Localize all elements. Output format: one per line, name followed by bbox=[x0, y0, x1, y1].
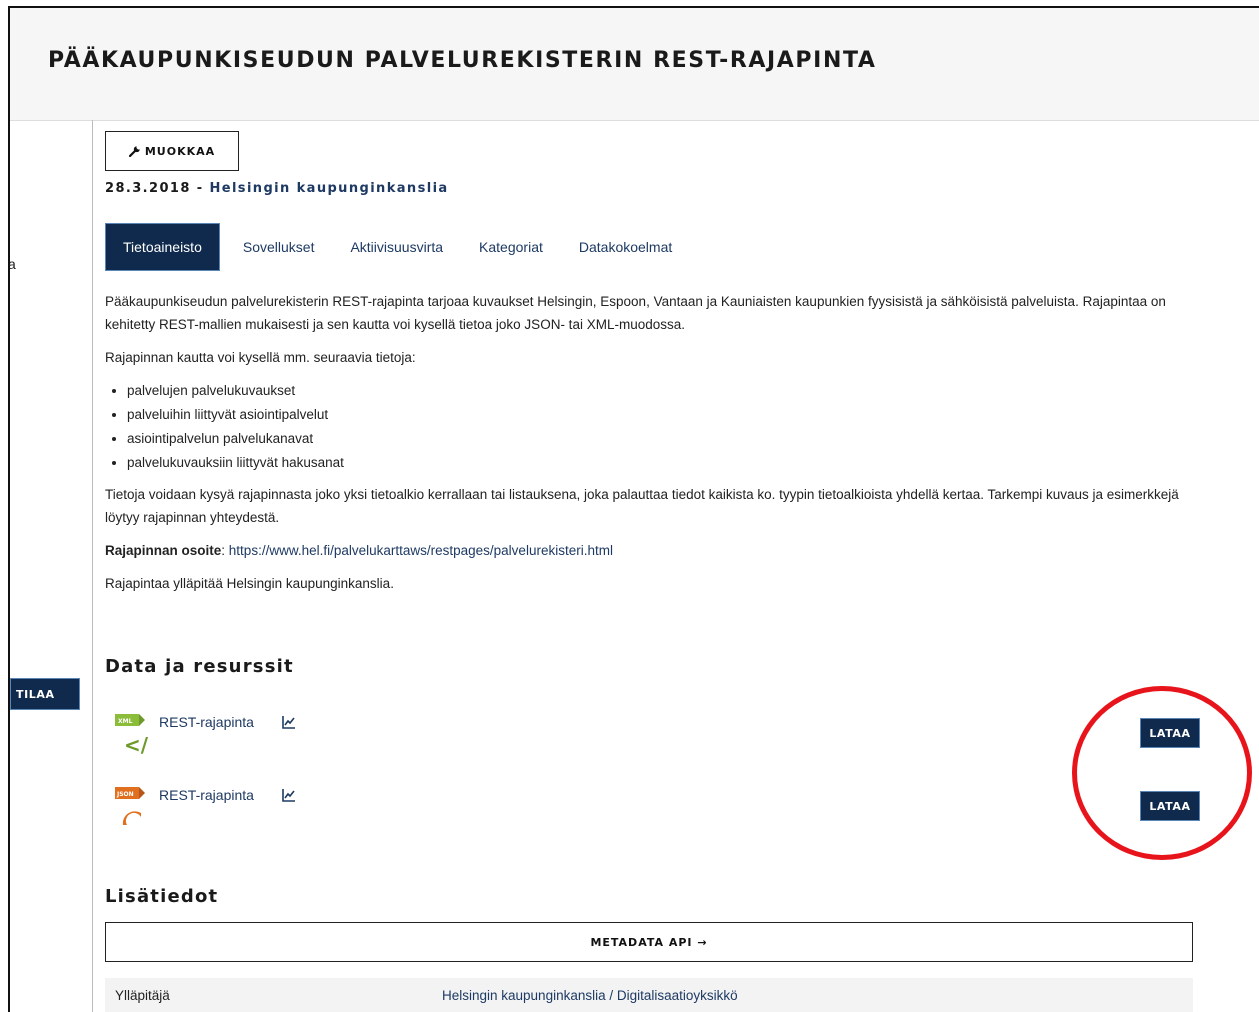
tab-sovellukset[interactable]: Sovellukset bbox=[225, 223, 333, 271]
sidebar-partial-text: a bbox=[8, 256, 16, 272]
api-address-label: Rajapinnan osoite bbox=[105, 543, 222, 558]
api-address: Rajapinnan osoite: https://www.hel.fi/pa… bbox=[105, 539, 1200, 562]
download-button[interactable]: LATAA bbox=[1140, 791, 1200, 821]
resources-heading: Data ja resurssit bbox=[105, 656, 294, 677]
list-item: palveluihin liittyvät asiointipalvelut bbox=[127, 403, 1200, 427]
page-title: PÄÄKAUPUNKISEUDUN PALVELUREKISTERIN REST… bbox=[48, 48, 877, 73]
dataset-meta-separator: - bbox=[190, 181, 210, 196]
info-row-value-link[interactable]: Helsingin kaupunginkanslia / Digitalisaa… bbox=[442, 988, 738, 1003]
dataset-organization-link[interactable]: Helsingin kaupunginkanslia bbox=[209, 181, 448, 196]
dataset-meta: 28.3.2018 - Helsingin kaupunginkanslia bbox=[105, 181, 449, 196]
api-address-link[interactable]: https://www.hel.fi/palvelukarttaws/restp… bbox=[229, 543, 613, 558]
description-paragraph: Rajapinnan kautta voi kysellä mm. seuraa… bbox=[105, 350, 416, 365]
wrench-icon bbox=[128, 146, 140, 157]
tab-kategoriat[interactable]: Kategoriat bbox=[461, 223, 561, 271]
info-row-key: Ylläpitäjä bbox=[115, 988, 170, 1003]
subscribe-button[interactable]: TILAA bbox=[10, 678, 80, 710]
chart-line-icon[interactable] bbox=[281, 714, 297, 730]
download-button[interactable]: LATAA bbox=[1140, 718, 1200, 748]
resource-item: XML </ REST-rajapinta LATAA bbox=[115, 714, 1200, 758]
sidebar-divider bbox=[92, 120, 93, 1012]
description-list: palvelujen palvelukuvaukset palveluihin … bbox=[105, 379, 1200, 475]
xml-file-icon: XML </ bbox=[115, 714, 149, 754]
description-paragraph: Pääkaupunkiseudun palvelurekisterin REST… bbox=[105, 294, 1166, 332]
chart-line-icon[interactable] bbox=[281, 787, 297, 803]
svg-text:XML: XML bbox=[118, 718, 133, 725]
browser-page: PÄÄKAUPUNKISEUDUN PALVELUREKISTERIN REST… bbox=[8, 6, 1259, 1012]
json-file-icon: JSON bbox=[115, 787, 145, 825]
description-paragraph: Tietoja voidaan kysyä rajapinnasta joko … bbox=[105, 487, 1179, 525]
info-row: Ylläpitäjä Helsingin kaupunginkanslia / … bbox=[105, 978, 1193, 1012]
edit-button[interactable]: MUOKKAA bbox=[105, 131, 239, 171]
svg-text:</: </ bbox=[124, 733, 149, 754]
highlight-circle bbox=[1072, 686, 1252, 860]
list-item: asiointipalvelun palvelukanavat bbox=[127, 427, 1200, 451]
additional-info-heading: Lisätiedot bbox=[105, 886, 219, 907]
tab-aktiivisuusvirta[interactable]: Aktiivisuusvirta bbox=[332, 223, 461, 271]
tab-tietoaineisto[interactable]: Tietoaineisto bbox=[105, 223, 220, 271]
list-item: palvelujen palvelukuvaukset bbox=[127, 379, 1200, 403]
edit-button-label: MUOKKAA bbox=[144, 144, 216, 158]
dataset-date: 28.3.2018 bbox=[105, 181, 191, 196]
svg-text:JSON: JSON bbox=[116, 791, 134, 798]
resource-item: JSON REST-rajapinta LATAA bbox=[115, 787, 1200, 831]
api-address-colon: : bbox=[221, 543, 229, 558]
resource-title-link[interactable]: REST-rajapinta bbox=[159, 714, 254, 730]
page-header: PÄÄKAUPUNKISEUDUN PALVELUREKISTERIN REST… bbox=[10, 8, 1259, 121]
metadata-api-button[interactable]: METADATA API → bbox=[105, 922, 1193, 962]
dataset-tabs: Tietoaineisto Sovellukset Aktiivisuusvir… bbox=[105, 223, 690, 271]
resource-title-link[interactable]: REST-rajapinta bbox=[159, 787, 254, 803]
description-paragraph: Rajapintaa ylläpitää Helsingin kaupungin… bbox=[105, 576, 394, 591]
list-item: palvelukuvauksiin liittyvät hakusanat bbox=[127, 451, 1200, 475]
dataset-description: Pääkaupunkiseudun palvelurekisterin REST… bbox=[105, 290, 1200, 605]
tab-datakokoelmat[interactable]: Datakokoelmat bbox=[561, 223, 690, 271]
